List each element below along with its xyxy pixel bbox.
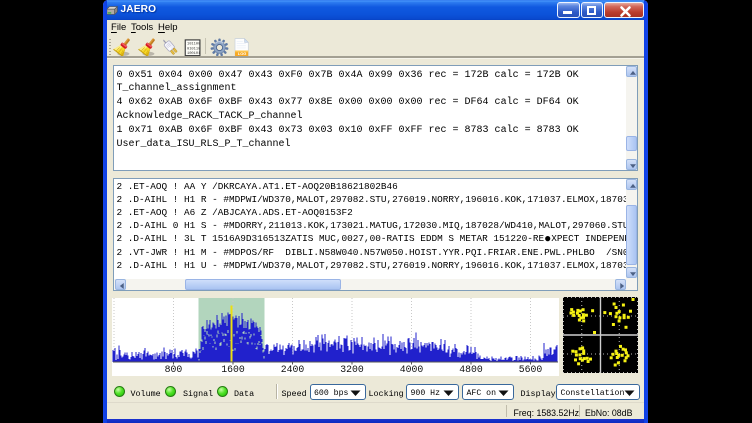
svg-text:5600: 5600 xyxy=(518,364,542,375)
svg-text:100101: 100101 xyxy=(186,52,200,56)
svg-text:4800: 4800 xyxy=(459,364,483,375)
svg-text:LOG: LOG xyxy=(238,51,247,56)
svg-text:2400: 2400 xyxy=(280,364,304,375)
svg-text:800: 800 xyxy=(164,364,182,375)
svg-text:010110: 010110 xyxy=(186,47,199,51)
svg-text:1600: 1600 xyxy=(221,364,245,375)
svg-text:101100: 101100 xyxy=(186,42,199,46)
svg-text:3200: 3200 xyxy=(340,364,364,375)
svg-text:4000: 4000 xyxy=(399,364,423,375)
